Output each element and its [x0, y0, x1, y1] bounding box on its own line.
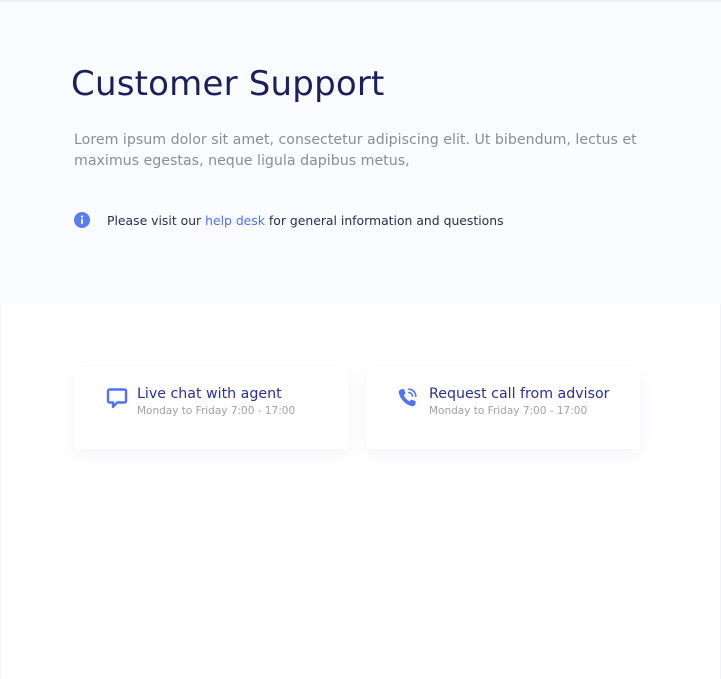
- info-icon: [74, 212, 90, 228]
- help-desk-notice: Please visit our help desk for general i…: [74, 211, 504, 229]
- phone-call-icon: [396, 387, 418, 409]
- request-call-card[interactable]: Request call from advisor Monday to Frid…: [366, 367, 640, 449]
- chat-bubble-icon: [106, 387, 128, 409]
- help-desk-text: Please visit our help desk for general i…: [107, 213, 504, 228]
- request-call-hours: Monday to Friday 7:00 - 17:00: [429, 405, 588, 417]
- live-chat-title: Live chat with agent: [137, 386, 282, 402]
- left-edge: [0, 304, 1, 679]
- help-desk-prefix: Please visit our: [107, 212, 206, 228]
- page-title: Customer Support: [71, 64, 385, 104]
- live-chat-hours: Monday to Friday 7:00 - 17:00: [137, 405, 296, 417]
- support-hero: Customer Support Lorem ipsum dolor sit a…: [0, 2, 721, 304]
- help-desk-suffix: for general information and questions: [264, 212, 504, 228]
- page-description: Lorem ipsum dolor sit amet, consectetur …: [74, 132, 637, 169]
- live-chat-card[interactable]: Live chat with agent Monday to Friday 7:…: [74, 367, 348, 449]
- request-call-title: Request call from advisor: [429, 386, 610, 402]
- help-desk-link[interactable]: help desk: [205, 213, 265, 228]
